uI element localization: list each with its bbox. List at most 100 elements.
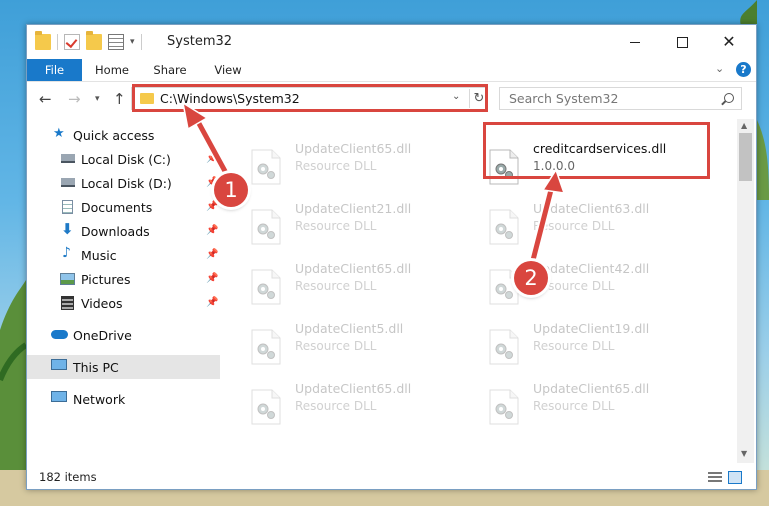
minimize-button[interactable]	[612, 25, 658, 59]
sidebar-item-label: Pictures	[81, 271, 131, 287]
file-name: UpdateClient21.dll	[295, 201, 412, 216]
scrollbar-thumb[interactable]	[739, 133, 752, 181]
properties-icon[interactable]	[108, 34, 124, 50]
pin-icon[interactable]: 📌	[206, 153, 218, 164]
window-title: System32	[167, 34, 233, 49]
file-item[interactable]: UpdateClient65.dll Resource DLL	[223, 379, 453, 431]
file-highlight-box	[483, 122, 710, 179]
tab-share[interactable]: Share	[145, 59, 195, 81]
download-icon: ⬇	[61, 220, 74, 238]
file-name: UpdateClient65.dll	[295, 141, 412, 156]
dll-file-icon	[251, 269, 281, 305]
scroll-up-icon[interactable]: ▲	[741, 121, 747, 130]
sidebar-item-downloads[interactable]: ⬇ Downloads 📌	[27, 219, 220, 243]
close-icon: ✕	[722, 32, 736, 51]
sidebar-item-local-disk-c[interactable]: Local Disk (C:) 📌	[27, 147, 220, 171]
pin-icon[interactable]: 📌	[206, 201, 218, 212]
close-button[interactable]: ✕	[706, 25, 752, 59]
navigation-pane: ★ Quick access Local Disk (C:) 📌 Local D…	[27, 119, 222, 463]
pin-icon[interactable]: 📌	[206, 249, 218, 260]
dll-file-icon	[251, 149, 281, 185]
help-icon[interactable]: ?	[736, 62, 751, 77]
tab-home[interactable]: Home	[89, 59, 135, 81]
pin-icon[interactable]: 📌	[206, 273, 218, 284]
back-button[interactable]: ←	[39, 90, 52, 108]
tiles-view-icon[interactable]	[728, 471, 742, 484]
dll-file-icon	[489, 329, 519, 365]
sidebar-item-label: Network	[73, 391, 126, 407]
pin-icon[interactable]: 📌	[206, 225, 218, 236]
up-button[interactable]: ↑	[113, 90, 126, 108]
dll-file-icon	[251, 389, 281, 425]
address-bar[interactable]: C:\Windows\System32 ⌄ ↻	[131, 87, 488, 110]
cloud-icon	[51, 330, 68, 339]
file-item[interactable]: UpdateClient65.dll Resource DLL	[223, 139, 453, 191]
pin-icon[interactable]: 📌	[206, 297, 218, 308]
step-2-badge: 2	[514, 261, 548, 295]
file-item[interactable]: UpdateClient42.dll Resource DLL	[461, 259, 691, 311]
sidebar-item-onedrive[interactable]: OneDrive	[27, 323, 220, 347]
explorer-window: ▾ System32 ✕ File Home Share View ⌄ ? ← …	[26, 24, 757, 490]
file-name: UpdateClient63.dll	[533, 201, 650, 216]
customize-dropdown-icon[interactable]: ▾	[130, 37, 135, 47]
forward-button[interactable]: →	[68, 90, 81, 108]
navigation-bar: ← → ▾ ↑ C:\Windows\System32 ⌄ ↻ Search S…	[27, 82, 756, 116]
sidebar-item-label: Music	[81, 247, 117, 263]
sidebar-item-local-disk-d[interactable]: Local Disk (D:) 📌	[27, 171, 220, 195]
new-folder-icon[interactable]	[86, 31, 102, 50]
file-type: Resource DLL	[295, 159, 377, 173]
sidebar-item-documents[interactable]: Documents 📌	[27, 195, 220, 219]
sidebar-item-quick-access[interactable]: ★ Quick access	[27, 123, 220, 147]
file-item[interactable]: UpdateClient19.dll Resource DLL	[461, 319, 691, 371]
dll-file-icon	[489, 389, 519, 425]
dll-file-icon	[251, 329, 281, 365]
sidebar-item-this-pc[interactable]: This PC	[27, 355, 220, 379]
sidebar-item-music[interactable]: ♪ Music 📌	[27, 243, 220, 267]
expand-ribbon-icon[interactable]: ⌄	[715, 62, 724, 75]
sidebar-item-network[interactable]: Network	[27, 387, 220, 411]
properties-check-icon[interactable]	[64, 34, 80, 50]
address-path[interactable]: C:\Windows\System32	[160, 91, 300, 106]
sidebar-item-label: OneDrive	[73, 327, 132, 343]
star-icon: ★	[53, 126, 65, 141]
sidebar-item-videos[interactable]: Videos 📌	[27, 291, 220, 315]
sidebar-item-pictures[interactable]: Pictures 📌	[27, 267, 220, 291]
tab-file[interactable]: File	[27, 59, 82, 81]
vertical-scrollbar[interactable]: ▲ ▼	[737, 119, 754, 463]
refresh-button[interactable]: ↻	[469, 89, 488, 108]
scroll-down-icon[interactable]: ▼	[741, 449, 747, 458]
recent-locations-icon[interactable]: ▾	[95, 94, 100, 104]
sidebar-item-label: Documents	[81, 199, 153, 215]
folder-icon	[140, 93, 154, 104]
sidebar-item-label: Downloads	[81, 223, 150, 239]
file-item[interactable]: UpdateClient65.dll Resource DLL	[223, 259, 453, 311]
file-item[interactable]: UpdateClient21.dll Resource DLL	[223, 199, 453, 251]
drive-icon	[61, 154, 75, 163]
toolbar-divider	[57, 34, 58, 50]
network-icon	[51, 391, 67, 402]
details-view-icon[interactable]	[708, 472, 722, 483]
file-name: UpdateClient5.dll	[295, 321, 404, 336]
maximize-button[interactable]	[659, 25, 705, 59]
address-dropdown-icon[interactable]: ⌄	[452, 91, 460, 102]
drive-icon	[61, 178, 75, 187]
file-type: Resource DLL	[295, 279, 377, 293]
toolbar-divider	[140, 34, 142, 50]
file-type: Resource DLL	[533, 399, 615, 413]
dll-file-icon	[251, 209, 281, 245]
file-type: Resource DLL	[295, 219, 377, 233]
file-type: Resource DLL	[295, 399, 377, 413]
maximize-icon	[676, 36, 688, 48]
dll-file-icon	[489, 209, 519, 245]
title-bar: ▾ System32 ✕	[27, 25, 756, 59]
tab-view[interactable]: View	[205, 59, 251, 81]
file-item[interactable]: UpdateClient63.dll Resource DLL	[461, 199, 691, 251]
search-icon[interactable]	[724, 93, 734, 103]
file-name: UpdateClient19.dll	[533, 321, 650, 336]
folder-icon[interactable]	[35, 31, 51, 50]
sidebar-item-label: Videos	[81, 295, 123, 311]
search-input[interactable]: Search System32	[499, 87, 742, 110]
sidebar-item-label: Quick access	[73, 127, 155, 143]
file-item[interactable]: UpdateClient65.dll Resource DLL	[461, 379, 691, 431]
file-item[interactable]: UpdateClient5.dll Resource DLL	[223, 319, 453, 371]
